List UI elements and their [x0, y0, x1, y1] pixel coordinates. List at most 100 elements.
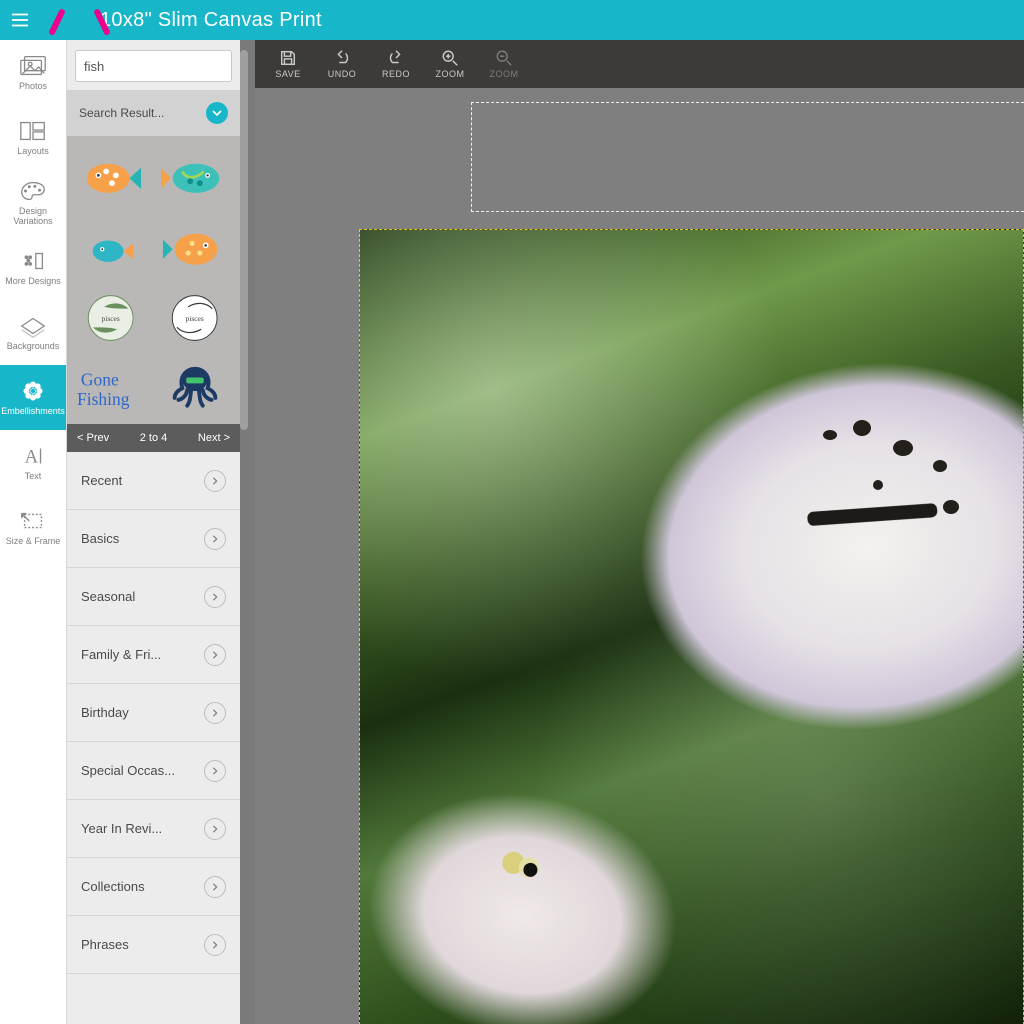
- chevron-down-icon: [212, 108, 222, 118]
- rail-label: Backgrounds: [7, 342, 60, 351]
- category-item[interactable]: Basics: [67, 510, 240, 568]
- scrollbar-thumb[interactable]: [240, 50, 248, 430]
- menu-button[interactable]: [0, 0, 40, 40]
- text-icon: A: [18, 444, 48, 468]
- photos-icon: [18, 54, 48, 78]
- embellishment-tile[interactable]: [161, 360, 229, 416]
- undo-icon: [332, 49, 352, 67]
- chevron-right-icon: [211, 767, 219, 775]
- pager-status: 2 to 4: [140, 432, 168, 444]
- undo-button[interactable]: UNDO: [319, 49, 365, 79]
- expand-button[interactable]: [204, 470, 226, 492]
- rail-label: Size & Frame: [6, 537, 61, 546]
- embellishment-tile[interactable]: [77, 150, 145, 206]
- embellishment-tile[interactable]: [161, 150, 229, 206]
- results-header[interactable]: Search Result...: [67, 90, 240, 136]
- category-item[interactable]: Phrases: [67, 916, 240, 974]
- expand-button[interactable]: [204, 876, 226, 898]
- canvas-safe-guide: [471, 102, 1024, 212]
- hamburger-icon: [9, 9, 31, 31]
- pager-next[interactable]: Next >: [198, 432, 230, 444]
- svg-text:pisces: pisces: [185, 314, 203, 323]
- svg-text:Gone: Gone: [81, 369, 119, 389]
- fish-clipart-icon: [161, 224, 229, 273]
- toolbar-label: ZOOM: [490, 69, 519, 79]
- toolbar-label: ZOOM: [436, 69, 465, 79]
- embellishment-tile[interactable]: [161, 220, 229, 276]
- fish-clipart-icon: [161, 154, 229, 203]
- rail-label: Text: [25, 472, 42, 481]
- photo-content: [813, 420, 993, 560]
- category-label: Year In Revi...: [81, 821, 162, 836]
- pisces-circle-icon: pisces: [78, 290, 143, 346]
- toolbar-label: UNDO: [328, 69, 357, 79]
- rail-item-backgrounds[interactable]: Backgrounds: [0, 300, 66, 365]
- save-button[interactable]: SAVE: [265, 49, 311, 79]
- rail-item-photos[interactable]: Photos: [0, 40, 66, 105]
- embellishments-panel: Search Result...: [67, 40, 240, 1024]
- toolbar-label: SAVE: [275, 69, 300, 79]
- backgrounds-icon: [18, 314, 48, 338]
- collapse-toggle[interactable]: [206, 102, 228, 124]
- sizeframe-icon: [18, 509, 48, 533]
- svg-text:Fishing: Fishing: [77, 389, 130, 409]
- rail-item-size-frame[interactable]: Size & Frame: [0, 495, 66, 560]
- expand-button[interactable]: [204, 818, 226, 840]
- chevron-right-icon: [211, 593, 219, 601]
- results-header-label: Search Result...: [79, 106, 164, 120]
- pager-prev[interactable]: < Prev: [77, 432, 109, 444]
- search-input[interactable]: [76, 59, 232, 74]
- category-label: Basics: [81, 531, 119, 546]
- editor-toolbar: SAVE UNDO REDO ZOOM ZOOM: [255, 40, 1024, 88]
- chevron-right-icon: [211, 709, 219, 717]
- octopus-icon: [161, 361, 229, 415]
- rail-item-text[interactable]: A Text: [0, 430, 66, 495]
- rail-item-embellishments[interactable]: Embellishments: [0, 365, 66, 430]
- category-item[interactable]: Year In Revi...: [67, 800, 240, 858]
- category-label: Collections: [81, 879, 145, 894]
- chevron-right-icon: [211, 941, 219, 949]
- embellishment-tile[interactable]: Gone Fishing: [77, 360, 145, 416]
- expand-button[interactable]: [204, 934, 226, 956]
- palette-icon: [18, 179, 48, 203]
- zoom-button[interactable]: ZOOM: [427, 49, 473, 79]
- embellishment-tile[interactable]: pisces: [77, 290, 145, 346]
- flower-icon: [18, 379, 48, 403]
- expand-button[interactable]: [204, 644, 226, 666]
- rail-item-design-variations[interactable]: Design Variations: [0, 170, 66, 235]
- category-item[interactable]: Collections: [67, 858, 240, 916]
- results-grid: pisces pisces Gone Fishing: [67, 136, 240, 424]
- category-item[interactable]: Seasonal: [67, 568, 240, 626]
- category-item[interactable]: Family & Fri...: [67, 626, 240, 684]
- panel-scrollbar[interactable]: [240, 46, 248, 1012]
- layouts-icon: [18, 119, 48, 143]
- expand-button[interactable]: [204, 760, 226, 782]
- expand-button[interactable]: [204, 702, 226, 724]
- rail-label: Photos: [19, 82, 47, 91]
- canvas-area[interactable]: [255, 88, 1024, 1024]
- redo-button[interactable]: REDO: [373, 49, 419, 79]
- category-item[interactable]: Birthday: [67, 684, 240, 742]
- redo-icon: [386, 49, 406, 67]
- zoom-out-icon: [494, 49, 514, 67]
- search-wrap: [67, 40, 240, 90]
- expand-button[interactable]: [204, 528, 226, 550]
- chevron-right-icon: [211, 651, 219, 659]
- category-label: Special Occas...: [81, 763, 175, 778]
- category-label: Recent: [81, 473, 122, 488]
- embellishment-tile[interactable]: pisces: [161, 290, 229, 346]
- rail-item-more-designs[interactable]: More Designs: [0, 235, 66, 300]
- more-designs-icon: [18, 249, 48, 273]
- expand-button[interactable]: [204, 586, 226, 608]
- rail-item-layouts[interactable]: Layouts: [0, 105, 66, 170]
- embellishment-tile[interactable]: [77, 220, 145, 276]
- pisces-circle-icon: pisces: [162, 290, 227, 346]
- search-field: [75, 50, 232, 82]
- svg-text:A: A: [25, 446, 39, 467]
- selected-photo[interactable]: [359, 229, 1024, 1024]
- category-label: Birthday: [81, 705, 129, 720]
- category-item[interactable]: Special Occas...: [67, 742, 240, 800]
- zoom-out-button: ZOOM: [481, 49, 527, 79]
- page-title: 10x8" Slim Canvas Print: [100, 9, 322, 32]
- category-item[interactable]: Recent: [67, 452, 240, 510]
